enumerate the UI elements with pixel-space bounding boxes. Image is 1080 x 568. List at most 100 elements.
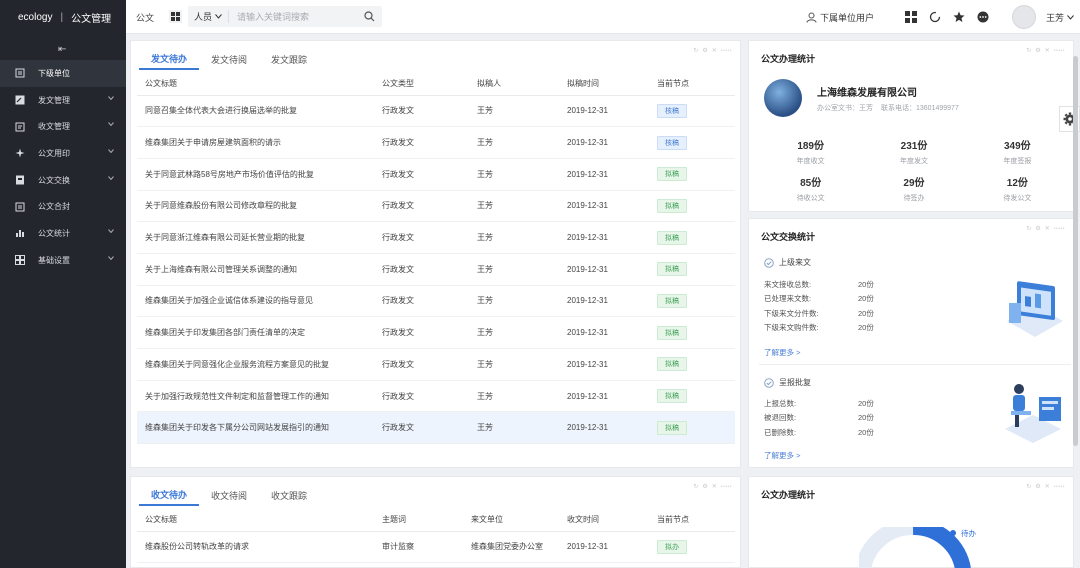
title-cell[interactable]: 维森集团关于加强企业诚信体系建设的指导意见 [137,285,374,318]
refresh-icon[interactable]: ↻ [1026,47,1031,54]
sidebar-item-4[interactable]: 公文交换 [0,167,126,194]
monitor-illustration-icon [1007,281,1063,337]
close-icon[interactable]: ✕ [1045,225,1050,232]
title-cell[interactable]: 维森股份公司转轨改革的请求 [137,531,374,564]
sidebar-item-7[interactable]: 基础设置 [0,247,126,274]
seal-icon [14,147,26,159]
column-header[interactable]: 当前节点 [649,508,735,532]
title-cell[interactable]: 关于同意维森股份有限公司修改章程的批复 [137,190,374,223]
title-cell[interactable]: 关于同意武林路58号房地产市场价值评估的批复 [137,158,374,191]
tab-2[interactable]: 收文跟踪 [259,485,319,506]
search-icon[interactable] [364,11,375,22]
brand-logo-text: ecology [18,11,53,23]
more-link[interactable]: 了解更多 > [764,450,800,461]
more-icon[interactable] [976,10,990,24]
table-row[interactable]: 维森股份公司转轨改革的请求 审计监察 维森集团党委办公室 2019-12-31 拟办 [137,531,735,564]
table-row[interactable]: 维森集团关于加强企业诚信体系建设的指导意见 行政发文 王芳 2019-12-31 拟稿 [137,285,735,318]
title-cell[interactable]: 维森集团关于申请房屋建筑面积的请示 [137,126,374,159]
sidebar-item-5[interactable]: 公文合封 [0,193,126,220]
more-link[interactable]: 了解更多 > [764,347,800,358]
table-row[interactable]: 关于同意浙江维森有限公司延长营业期的批复 行政发文 王芳 2019-12-31 拟稿 [137,221,735,254]
column-header[interactable]: 收文时间 [559,508,649,532]
tab-1[interactable]: 发文待阅 [199,49,259,70]
table-row[interactable]: 关于同意武林路58号房地产市场价值评估的批复 行政发文 王芳 2019-12-31 拟稿 [137,158,735,191]
gear-icon[interactable]: ⚙ [1035,47,1040,54]
tab-0[interactable]: 发文待办 [139,49,200,70]
collapse-menu-icon[interactable]: ⇤ [58,44,66,55]
column-header[interactable]: 当前节点 [649,72,735,96]
title-cell[interactable]: 同意召集全体代表大会进行换届选举的批复 [137,95,374,128]
stat-item[interactable]: 12份 待发公文 [966,174,1069,203]
table-row[interactable]: 关于上海维森有限公司管理关系调整的通知 行政发文 王芳 2019-12-31 拟稿 [137,253,735,286]
table-row[interactable]: 维森集团关于申请房屋建筑面积的请示 行政发文 王芳 2019-12-31 核稿 [137,126,735,159]
more-icon[interactable]: ••••• [1054,48,1065,54]
sidebar-item-0[interactable]: 下级单位 [0,60,126,87]
gear-icon[interactable]: ⚙ [702,483,707,490]
title-cell[interactable]: 关于同意浙江维森有限公司延长营业期的批复 [137,221,374,254]
gear-icon[interactable]: ⚙ [702,47,707,54]
sub-user-button[interactable]: 下属单位用户 [806,11,874,24]
scrollbar[interactable] [1073,56,1078,446]
close-icon[interactable]: ✕ [712,483,717,490]
refresh-icon[interactable]: ↻ [693,483,698,490]
stat-item[interactable]: 189份 年度收文 [759,137,862,166]
refresh-icon[interactable]: ↻ [1026,483,1031,490]
app-grid-icon[interactable] [169,10,182,23]
table-row[interactable]: 关于加强行政规范性文件制定和监督管理工作的通知 行政发文 王芳 2019-12-31 拟… [137,380,735,413]
user-menu[interactable]: 王芳 [1046,11,1074,24]
close-icon[interactable]: ✕ [1045,47,1050,54]
sidebar-item-2[interactable]: 收文管理 [0,113,126,140]
title-cell[interactable]: 维森集团关于同意强化企业服务流程方案意见的批复 [137,348,374,381]
refresh-icon[interactable]: ↻ [1026,225,1031,232]
star-icon[interactable] [952,10,966,24]
more-icon[interactable]: ••••• [1054,226,1065,232]
sidebar-item-6[interactable]: 公文统计 [0,220,126,247]
stat-item[interactable]: 85份 待收公文 [759,174,862,203]
close-icon[interactable]: ✕ [712,47,717,54]
brand[interactable]: ecology | 公文管理 [0,0,126,34]
column-header[interactable]: 主题词 [374,508,463,532]
stat-item[interactable]: 349份 年度签报 [966,137,1069,166]
tab-1[interactable]: 收文待阅 [199,485,259,506]
gear-icon[interactable]: ⚙ [1035,483,1040,490]
recv-doc-table: 公文标题 主题词 来文单位 收文时间 当前节点 维森股份公司转轨改革的请求 审计监察 维森集团… [137,508,735,564]
table-row[interactable]: 同意召集全体代表大会进行换届选举的批复 行政发文 王芳 2019-12-31 核稿 [137,95,735,128]
more-icon[interactable]: ••••• [721,48,732,54]
tab-2[interactable]: 发文跟踪 [259,49,319,70]
more-icon[interactable]: ••••• [721,484,732,490]
close-icon[interactable]: ✕ [1045,483,1050,490]
current-module[interactable]: 公文 [136,11,154,24]
gear-icon[interactable]: ⚙ [1035,225,1040,232]
tab-0[interactable]: 收文待办 [139,485,200,506]
column-header[interactable]: 公文类型 [374,72,469,96]
table-row[interactable]: 维森集团关于印发集团各部门责任清单的决定 行政发文 王芳 2019-12-31 拟稿 [137,316,735,349]
avatar[interactable] [1011,5,1036,29]
refresh-icon[interactable] [928,10,942,24]
refresh-icon[interactable]: ↻ [693,47,698,54]
more-icon[interactable]: ••••• [1054,484,1065,490]
column-header[interactable]: 来文单位 [463,508,559,532]
title-cell[interactable]: 关于加强行政规范性文件制定和监督管理工作的通知 [137,380,374,413]
sidebar-item-1[interactable]: 发文管理 [0,87,126,114]
search-scope-select[interactable]: 人员 [188,10,230,23]
column-header[interactable]: 公文标题 [137,508,374,532]
title-cell[interactable]: 关于上海维森有限公司管理关系调整的通知 [137,253,374,286]
column-header[interactable]: 拟稿时间 [559,72,649,96]
apps-grid-icon[interactable] [904,10,918,24]
date-cell: 2019-12-31 [559,348,649,381]
table-row[interactable]: 维森集团关于印发各下属分公司网站发展指引的通知 行政发文 王芳 2019-12-31 拟… [137,411,735,445]
column-header[interactable]: 拟稿人 [469,72,559,96]
stat-item[interactable]: 231份 年度发文 [862,137,965,166]
column-header[interactable]: 公文标题 [137,72,374,96]
search-input[interactable] [229,11,360,22]
stat-item[interactable]: 29份 待签办 [862,174,965,203]
date-cell: 2019-12-31 [559,221,649,254]
title-cell[interactable]: 维森集团关于印发集团各部门责任清单的决定 [137,316,374,349]
author-cell: 王芳 [469,95,559,128]
title-cell[interactable]: 维森集团关于印发各下属分公司网站发展指引的通知 [137,411,374,445]
date-cell: 2019-12-31 [559,158,649,191]
sidebar-item-3[interactable]: 公文用印 [0,140,126,167]
table-row[interactable]: 维森集团关于同意强化企业服务流程方案意见的批复 行政发文 王芳 2019-12-31 拟… [137,348,735,381]
status-badge: 拟稿 [657,198,687,213]
table-row[interactable]: 关于同意维森股份有限公司修改章程的批复 行政发文 王芳 2019-12-31 拟稿 [137,190,735,223]
